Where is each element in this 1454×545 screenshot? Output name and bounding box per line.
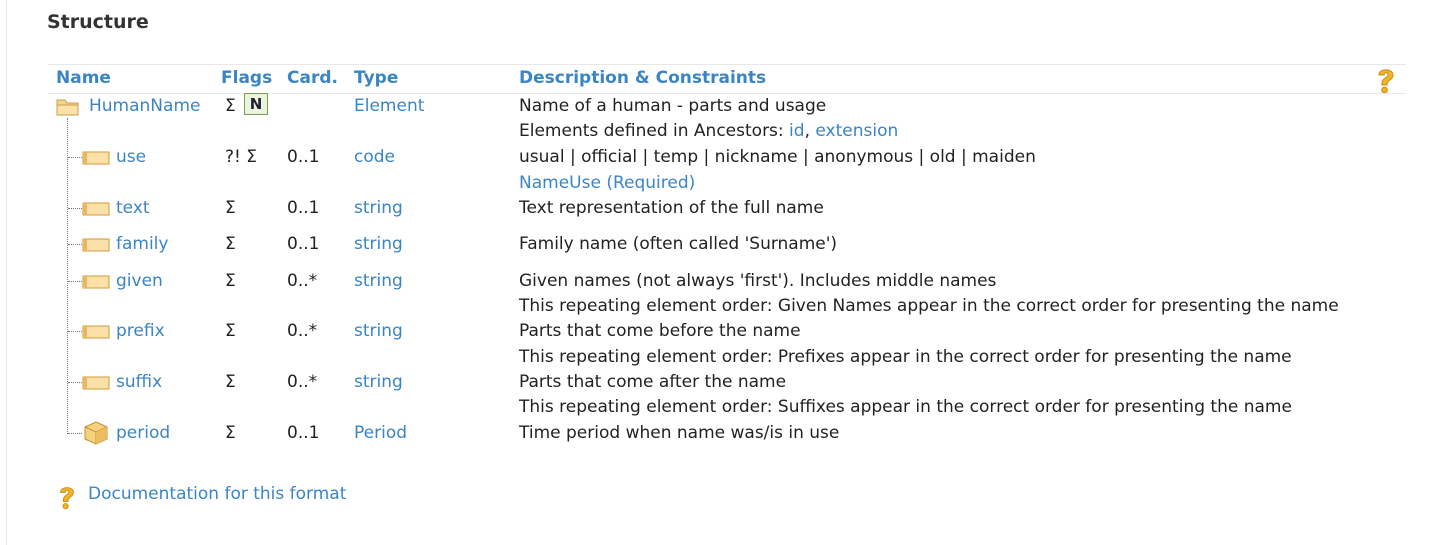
tree-branch: [68, 433, 82, 434]
description: usual | official | temp | nickname | ano…: [519, 147, 1036, 167]
element-name-use[interactable]: use: [116, 146, 146, 168]
cardinality: 0..1: [287, 234, 320, 254]
tree-vertical-line: [67, 118, 68, 434]
type-link[interactable]: Element: [354, 95, 424, 117]
flag-summary: Σ: [225, 96, 236, 116]
structure-table: Name Flags Card. Type Description & Cons…: [48, 64, 1406, 449]
ancestor-extension-link[interactable]: extension: [815, 121, 898, 141]
ancestor-separator: ,: [804, 121, 816, 141]
description: Time period when name was/is in use: [519, 423, 840, 443]
primitive-element-icon: [82, 201, 110, 220]
binding-line: NameUse (Required): [519, 172, 695, 194]
ancestors-line: Elements defined in Ancestors: id, exten…: [519, 120, 898, 142]
description: Parts that come before the name: [519, 321, 801, 341]
type-link[interactable]: string: [354, 270, 403, 292]
type-link[interactable]: string: [354, 371, 403, 393]
header-description[interactable]: Description & Constraints: [519, 68, 766, 88]
datatype-icon: [83, 421, 109, 449]
element-name-suffix[interactable]: suffix: [116, 371, 162, 393]
cardinality: 0..*: [287, 271, 318, 291]
tree-branch: [68, 244, 82, 245]
element-name-text[interactable]: text: [116, 197, 150, 219]
type-link[interactable]: string: [354, 197, 403, 219]
binding-paren: (: [600, 173, 613, 193]
tree-branch: [68, 382, 82, 383]
description: Given names (not always 'first'). Includ…: [519, 271, 997, 291]
flags: Σ: [225, 234, 236, 254]
description: Text representation of the full name: [519, 198, 824, 218]
section-title: Structure: [47, 11, 149, 33]
element-name-given[interactable]: given: [116, 270, 163, 292]
type-link[interactable]: Period: [354, 422, 407, 444]
type-link[interactable]: string: [354, 233, 403, 255]
ordering-note: This repeating element order: Prefixes a…: [519, 347, 1292, 367]
flags: ?! Σ: [225, 147, 257, 167]
flags: Σ: [225, 271, 236, 291]
primitive-element-icon: [82, 375, 110, 394]
flag-normative-badge[interactable]: N: [244, 93, 268, 115]
description: Parts that come after the name: [519, 372, 787, 392]
binding-valueset-link[interactable]: NameUse: [519, 173, 601, 193]
description: Family name (often called 'Surname'): [519, 234, 838, 254]
help-icon: [56, 483, 78, 514]
header-type[interactable]: Type: [354, 68, 398, 88]
element-name-prefix[interactable]: prefix: [116, 320, 165, 342]
tree-branch: [68, 281, 82, 282]
element-name-humanname[interactable]: HumanName: [89, 95, 200, 117]
header-flags[interactable]: Flags: [221, 68, 272, 88]
primitive-element-icon: [82, 150, 110, 169]
element-name-family[interactable]: family: [116, 233, 168, 255]
ordering-note: This repeating element order: Suffixes a…: [519, 397, 1292, 417]
description: Name of a human - parts and usage: [519, 96, 827, 116]
tree-branch: [68, 157, 82, 158]
flags: Σ: [225, 372, 236, 392]
cardinality: 0..*: [287, 321, 318, 341]
flags: Σ: [225, 198, 236, 218]
documentation-link[interactable]: Documentation for this format: [88, 483, 346, 505]
cardinality: 0..*: [287, 372, 318, 392]
ordering-note: This repeating element order: Given Name…: [519, 296, 1339, 316]
ancestors-label: Elements defined in Ancestors:: [519, 121, 790, 141]
primitive-element-icon: [82, 274, 110, 293]
ancestor-id-link[interactable]: id: [789, 121, 805, 141]
cardinality: 0..1: [287, 423, 320, 443]
flags: Σ: [225, 321, 236, 341]
folder-icon: [56, 97, 80, 121]
help-icon[interactable]: [1374, 66, 1398, 97]
table-header: Name Flags Card. Type Description & Cons…: [48, 64, 1406, 94]
header-name[interactable]: Name: [56, 68, 111, 88]
header-card[interactable]: Card.: [287, 68, 338, 88]
cardinality: 0..1: [287, 147, 320, 167]
flags: Σ: [225, 423, 236, 443]
cardinality: 0..1: [287, 198, 320, 218]
binding-paren: ): [688, 173, 696, 193]
element-name-period[interactable]: period: [116, 422, 170, 444]
type-link[interactable]: string: [354, 320, 403, 342]
primitive-element-icon: [82, 237, 110, 256]
binding-strength-link[interactable]: Required: [613, 173, 689, 193]
tree-branch: [68, 331, 82, 332]
type-link[interactable]: code: [354, 146, 395, 168]
tree-branch: [68, 208, 82, 209]
primitive-element-icon: [82, 324, 110, 343]
page-left-border: [6, 0, 7, 545]
